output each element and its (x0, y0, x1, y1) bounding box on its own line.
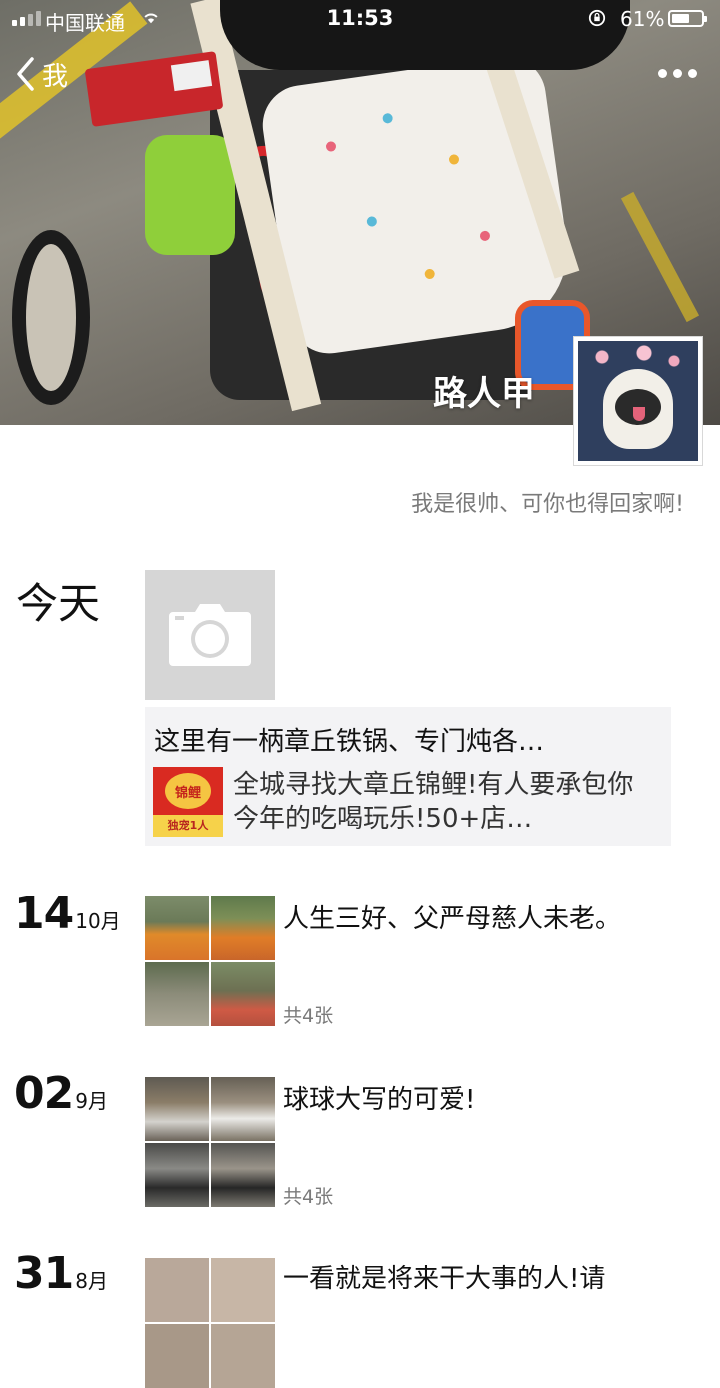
photo-thumbnail (211, 962, 275, 1026)
more-dots-icon (657, 68, 697, 78)
post-text[interactable]: 球球大写的可爱! (283, 1079, 475, 1116)
post-photo-count: 共4张 (283, 1005, 334, 1027)
photo-thumbnail (145, 1077, 209, 1141)
status-bar: 中国联通 11:53 61% (0, 0, 720, 38)
camera-icon (169, 604, 251, 666)
add-photo-button[interactable] (145, 570, 275, 700)
post-text[interactable]: 一看就是将来干大事的人!请 (283, 1258, 605, 1295)
thumbnail-badge: 锦鲤 (165, 773, 211, 809)
post-day: 02 (14, 1068, 74, 1119)
post-photo-count: 共4张 (283, 1186, 334, 1208)
avatar[interactable] (573, 336, 703, 466)
back-chevron-icon (17, 57, 34, 91)
back-label: 我 (42, 61, 69, 92)
photo-thumbnail (211, 1258, 275, 1322)
post-month: 10月 (75, 909, 121, 933)
shared-link-thumbnail: 锦鲤 独宠1人 (153, 767, 223, 837)
post-text[interactable]: 人生三好、父严母慈人未老。 (283, 898, 621, 935)
battery-percent: 61% (620, 7, 665, 31)
photo-thumbnail (145, 962, 209, 1026)
stroller-wheel (12, 230, 90, 405)
post-day: 31 (14, 1248, 74, 1299)
shared-link-card[interactable]: 这里有一柄章丘铁锅、专门炖各… 锦鲤 独宠1人 全城寻找大章丘锦鲤!有人要承包你… (145, 707, 671, 846)
post-date: 14 10月 (14, 888, 121, 939)
post-month: 9月 (75, 1089, 108, 1113)
photo-thumbnail (145, 896, 209, 960)
post-date: 02 9月 (14, 1068, 108, 1119)
shared-link-description: 全城寻找大章丘锦鲤!有人要承包你今年的吃喝玩乐!50+店… (233, 770, 634, 834)
shared-link-title: 这里有一柄章丘铁锅、专门炖各… (154, 727, 545, 757)
road-line (620, 191, 700, 323)
photo-thumbnail (145, 1258, 209, 1322)
more-button[interactable] (650, 56, 704, 90)
post-photo-grid[interactable] (145, 1258, 275, 1388)
green-toy (145, 135, 235, 255)
post-photo-grid[interactable] (145, 1077, 275, 1207)
photo-thumbnail (145, 1324, 209, 1388)
pug-illustration (603, 369, 673, 449)
battery-icon (668, 10, 707, 27)
today-label: 今天 (16, 579, 101, 628)
photo-thumbnail (211, 1324, 275, 1388)
post-date: 31 8月 (14, 1248, 108, 1299)
status-time: 11:53 (326, 6, 394, 30)
photo-thumbnail (211, 896, 275, 960)
profile-nickname: 路人甲 (433, 374, 535, 414)
post-photo-grid[interactable] (145, 896, 275, 1026)
photo-thumbnail (211, 1077, 275, 1141)
photo-thumbnail (211, 1143, 275, 1207)
post-day: 14 (14, 888, 74, 939)
photo-thumbnail (145, 1143, 209, 1207)
orientation-lock-icon (588, 9, 606, 27)
thumbnail-band: 独宠1人 (153, 815, 223, 837)
juice-box (84, 51, 224, 127)
profile-signature: 我是很帅、可你也得回家啊! (411, 492, 684, 517)
back-button[interactable]: 我 (14, 52, 68, 96)
